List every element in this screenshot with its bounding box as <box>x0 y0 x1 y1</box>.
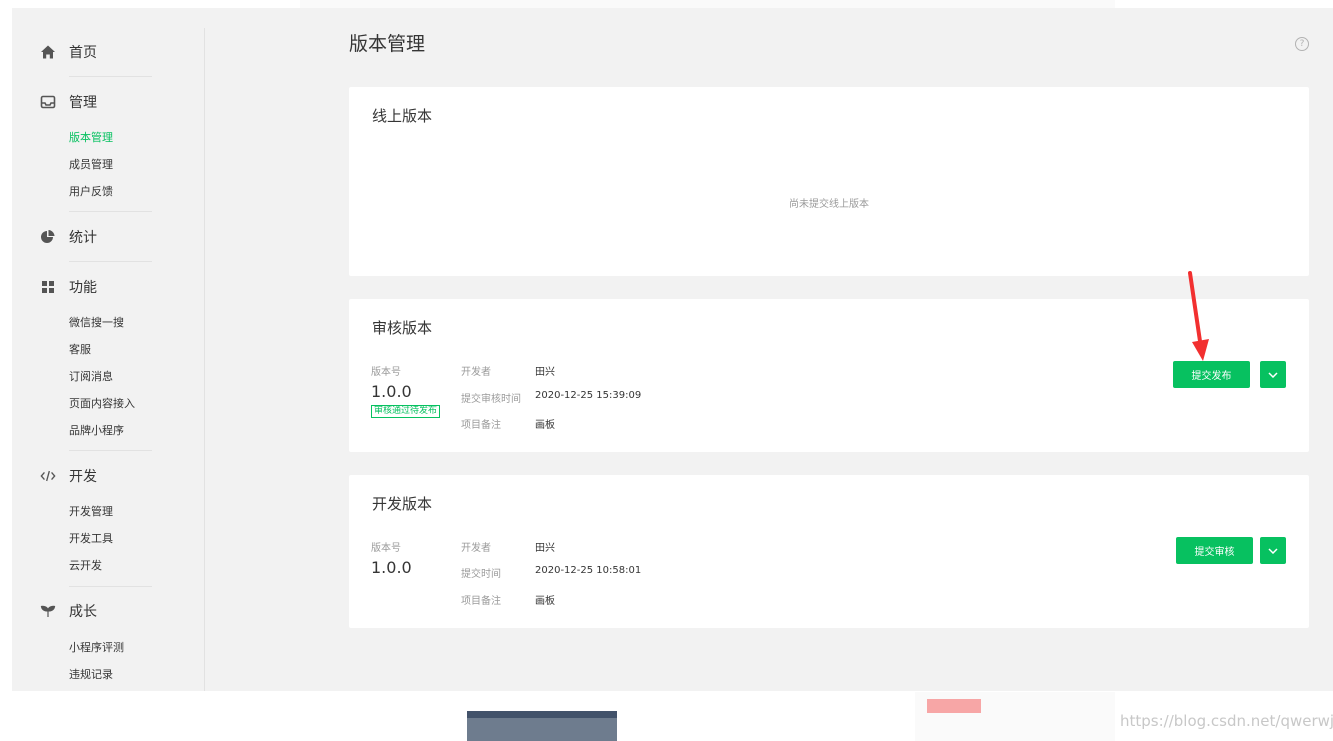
home-icon <box>40 44 56 60</box>
help-icon[interactable]: ? <box>1295 37 1309 51</box>
review-version-card: 审核版本 版本号 1.0.0 审核通过待发布 开发者 田兴 提交审核时间 202… <box>349 299 1309 452</box>
meta-key-note: 项目备注 <box>461 420 501 431</box>
status-badge: 审核通过待发布 <box>371 405 441 418</box>
chevron-down-icon <box>1268 371 1278 378</box>
online-version-title: 线上版本 <box>372 107 433 125</box>
page-title: 版本管理 <box>349 33 426 55</box>
meta-key-note: 项目备注 <box>461 596 501 607</box>
meta-key-developer: 开发者 <box>461 543 491 554</box>
pie-chart-icon <box>40 229 56 245</box>
review-version-title: 审核版本 <box>372 319 433 337</box>
nav-stats-label: 统计 <box>69 230 97 246</box>
meta-key-developer: 开发者 <box>461 367 491 378</box>
sidebar-item-cloud-dev[interactable]: 云开发 <box>69 559 102 573</box>
sidebar: 首页 管理 版本管理 成员管理 用户反馈 统计 功能 微信搜一搜 客服 订阅消息… <box>12 8 205 691</box>
background-card <box>915 692 1115 741</box>
nav-divider <box>69 586 152 587</box>
online-version-card: 线上版本 尚未提交线上版本 <box>349 87 1309 276</box>
nav-manage-label: 管理 <box>69 95 97 111</box>
nav-growth[interactable]: 成长 <box>40 600 97 622</box>
sidebar-item-user-feedback[interactable]: 用户反馈 <box>69 185 113 199</box>
develop-version-title: 开发版本 <box>372 495 433 513</box>
nav-dev-label: 开发 <box>69 469 97 485</box>
sidebar-item-subscription[interactable]: 订阅消息 <box>69 370 113 384</box>
nav-features-label: 功能 <box>69 280 97 296</box>
meta-value-developer: 田兴 <box>535 367 555 378</box>
submit-release-button[interactable]: 提交发布 <box>1173 361 1250 388</box>
meta-value-note: 画板 <box>535 420 555 431</box>
sidebar-item-violation[interactable]: 违规记录 <box>69 668 113 682</box>
nav-growth-label: 成长 <box>69 604 97 620</box>
nav-home[interactable]: 首页 <box>40 41 97 63</box>
meta-value-note: 画板 <box>535 596 555 607</box>
annotation-arrow <box>1188 271 1209 361</box>
sidebar-item-dev-manage[interactable]: 开发管理 <box>69 505 113 519</box>
sidebar-item-page-content[interactable]: 页面内容接入 <box>69 397 135 411</box>
review-version-label: 版本号 <box>371 367 401 378</box>
sidebar-item-version-manage[interactable]: 版本管理 <box>69 131 113 145</box>
sidebar-item-wechat-search[interactable]: 微信搜一搜 <box>69 316 124 330</box>
grid-icon <box>40 279 56 295</box>
sidebar-item-dev-tools[interactable]: 开发工具 <box>69 532 113 546</box>
watermark: https://blog.csdn.net/qwerwjs <box>1120 712 1333 730</box>
review-version-number: 1.0.0 <box>371 382 412 401</box>
develop-version-label: 版本号 <box>371 543 401 554</box>
sidebar-divider <box>204 28 205 691</box>
meta-key-submit-review-time: 提交审核时间 <box>461 394 521 405</box>
meta-value-developer: 田兴 <box>535 543 555 554</box>
develop-version-card: 开发版本 版本号 1.0.0 开发者 田兴 提交时间 2020-12-25 10… <box>349 475 1309 628</box>
submit-review-button[interactable]: 提交审核 <box>1176 537 1253 564</box>
develop-more-dropdown[interactable] <box>1260 537 1286 564</box>
nav-home-label: 首页 <box>69 45 97 61</box>
background-strip <box>300 0 1115 8</box>
nav-features[interactable]: 功能 <box>40 276 97 298</box>
meta-value-submit-time: 2020-12-25 10:58:01 <box>535 565 642 576</box>
meta-value-submit-review-time: 2020-12-25 15:39:09 <box>535 390 642 401</box>
nav-divider <box>69 450 152 451</box>
review-more-dropdown[interactable] <box>1260 361 1286 388</box>
nav-dev[interactable]: 开发 <box>40 465 97 487</box>
chevron-down-icon <box>1268 547 1278 554</box>
sidebar-item-member-manage[interactable]: 成员管理 <box>69 158 113 172</box>
sidebar-item-evaluation[interactable]: 小程序评测 <box>69 641 124 655</box>
sidebar-item-brand-miniprogram[interactable]: 品牌小程序 <box>69 424 124 438</box>
meta-key-submit-time: 提交时间 <box>461 569 501 580</box>
inbox-icon <box>40 94 56 110</box>
app-window: 首页 管理 版本管理 成员管理 用户反馈 统计 功能 微信搜一搜 客服 订阅消息… <box>12 8 1333 691</box>
sprout-icon <box>40 603 56 619</box>
nav-divider <box>69 76 152 77</box>
nav-manage[interactable]: 管理 <box>40 91 97 113</box>
nav-stats[interactable]: 统计 <box>40 226 97 248</box>
background-thumbnail <box>467 711 617 741</box>
code-icon <box>40 468 56 484</box>
develop-version-number: 1.0.0 <box>371 558 412 577</box>
online-version-empty: 尚未提交线上版本 <box>789 199 869 210</box>
sidebar-item-customer-service[interactable]: 客服 <box>69 343 91 357</box>
nav-divider <box>69 261 152 262</box>
nav-divider <box>69 211 152 212</box>
